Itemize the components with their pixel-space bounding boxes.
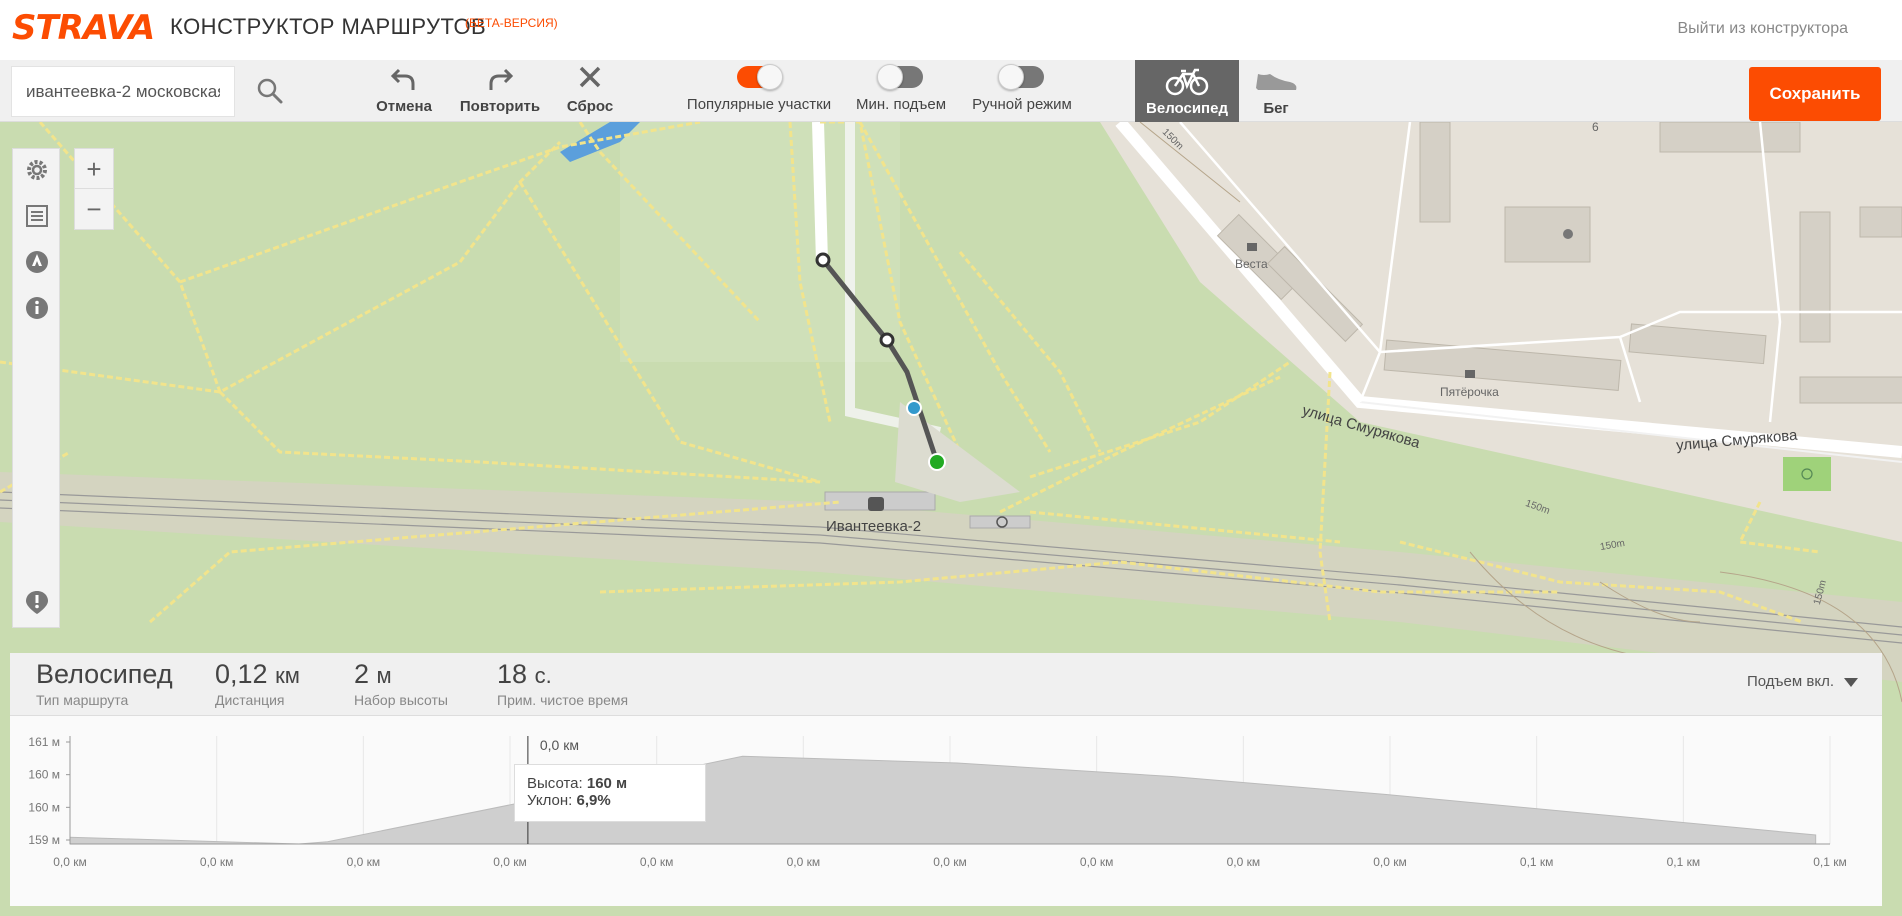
chart-cursor-label: 0,0 км — [540, 737, 579, 753]
time-value: 18 — [497, 659, 528, 689]
elevation-toggle[interactable]: Подъем вкл. — [1747, 673, 1858, 690]
undo-button[interactable]: Отмена — [374, 64, 434, 115]
manual-mode-toggle[interactable] — [998, 64, 1044, 90]
redo-icon — [489, 68, 514, 90]
undo-label: Отмена — [376, 98, 432, 115]
popular-segments-toggle[interactable] — [737, 64, 783, 90]
sport-cycling-label: Велосипед — [1146, 100, 1228, 117]
x-tick-label: 0,0 км — [53, 855, 87, 869]
min-climb-label: Мин. подъем — [855, 96, 947, 113]
x-tick-label: 0,0 км — [933, 855, 967, 869]
station-label: Ивантеевка-2 — [826, 518, 922, 535]
stat-distance: 0,12 км Дистанция — [215, 659, 300, 708]
x-tick-label: 0,0 км — [200, 855, 234, 869]
reset-label: Сброс — [566, 98, 614, 115]
elevation-label: Набор высоты — [354, 692, 448, 708]
beta-badge: (БЕТА-ВЕРСИЯ) — [465, 16, 558, 30]
route-stats-panel: Велосипед Тип маршрута 0,12 км Дистанция… — [10, 653, 1882, 716]
time-label: Прим. чистое время — [497, 692, 629, 708]
top-header: STRAVA КОНСТРУКТОР МАРШРУТОВ (БЕТА-ВЕРСИ… — [0, 0, 1902, 60]
tooltip-height-value: 160 м — [586, 775, 628, 792]
x-tick-label: 0,0 км — [1227, 855, 1261, 869]
redo-label: Повторить — [459, 98, 541, 115]
distance-unit: км — [275, 663, 300, 688]
x-tick-label: 0,1 км — [1813, 855, 1847, 869]
x-tick-label: 0,0 км — [640, 855, 674, 869]
zoom-in-button[interactable]: + — [75, 149, 113, 189]
x-tick-label: 0,0 км — [493, 855, 527, 869]
zoom-controls: + − — [74, 148, 114, 230]
distance-label: Дистанция — [215, 692, 285, 708]
y-tick-label: 160 м — [28, 768, 60, 782]
shoe-icon — [1256, 74, 1297, 90]
exit-builder-link[interactable]: Выйти из конструктора — [1677, 20, 1848, 38]
min-climb-toggle-group: Мин. подъем — [854, 64, 948, 113]
undo-icon — [390, 68, 415, 90]
popular-segments-label: Популярные участки — [686, 96, 832, 113]
route-type-value: Велосипед — [36, 659, 173, 689]
x-tick-label: 0,0 км — [347, 855, 381, 869]
save-button[interactable]: Сохранить — [1749, 67, 1881, 121]
gear-icon[interactable] — [24, 157, 50, 183]
manual-mode-label: Ручной режим — [972, 96, 1072, 113]
manual-mode-toggle-group: Ручной режим — [970, 64, 1074, 113]
tooltip-grade-value: 6,9% — [576, 792, 611, 809]
info-icon[interactable] — [24, 295, 50, 321]
search-input[interactable] — [12, 67, 234, 116]
sport-cycling-button[interactable]: Велосипед — [1135, 60, 1239, 122]
redo-button[interactable]: Повторить — [456, 64, 544, 115]
y-tick-label: 161 м — [28, 735, 60, 749]
x-tick-label: 0,1 км — [1520, 855, 1554, 869]
x-tick-label: 0,1 км — [1667, 855, 1701, 869]
route-builder-app: STRAVA КОНСТРУКТОР МАРШРУТОВ (БЕТА-ВЕРСИ… — [0, 0, 1902, 916]
chevron-down-icon — [1844, 677, 1858, 687]
elevation-chart[interactable]: 0,0 км 0,0 км 0,0 км 0,0 км 0,0 км 0,0 км 0,0 … — [10, 716, 1882, 906]
close-icon — [579, 66, 601, 88]
route-type-label: Тип маршрута — [36, 692, 129, 708]
elevation-tooltip: Высота: 160 м Уклон: 6,9% — [514, 764, 706, 822]
strava-pin-icon[interactable] — [24, 249, 50, 275]
elevation-value: 2 — [354, 659, 370, 689]
building-number-label: 6 — [1592, 122, 1599, 134]
zoom-out-button[interactable]: − — [75, 189, 113, 229]
x-tick-label: 0,0 км — [1373, 855, 1407, 869]
report-icon[interactable] — [24, 589, 50, 615]
map-tools-panel — [12, 148, 60, 628]
sport-running-button[interactable]: Бег — [1234, 60, 1318, 122]
reset-button[interactable]: Сброс — [564, 64, 616, 115]
y-tick-label: 160 м — [28, 800, 60, 814]
stat-moving-time: 18 с. Прим. чистое время — [497, 659, 628, 708]
elevation-toggle-label: Подъем вкл. — [1746, 673, 1834, 690]
tooltip-height-label: Высота: — [527, 775, 583, 792]
y-tick-label: 159 м — [28, 833, 60, 847]
list-icon[interactable] — [24, 203, 50, 229]
sport-running-label: Бег — [1263, 100, 1289, 117]
shop-label-pyaterochka: Пятёрочка — [1440, 385, 1499, 399]
popular-segments-toggle-group: Популярные участки — [686, 64, 832, 113]
distance-value: 0,12 — [215, 659, 268, 689]
shop-label-vesta: Веста — [1235, 257, 1268, 271]
elevation-profile[interactable]: 0,0 км 0,0 км 0,0 км 0,0 км 0,0 км 0,0 км 0,0 … — [10, 716, 1882, 906]
tooltip-grade-label: Уклон: — [527, 792, 573, 809]
x-tick-label: 0,0 км — [787, 855, 821, 869]
stat-elevation-gain: 2 м Набор высоты — [354, 659, 448, 708]
bicycle-icon — [1165, 68, 1209, 96]
toolbar: Отмена Повторить Сброс Популярные участк… — [0, 60, 1902, 122]
strava-logo[interactable]: STRAVA — [12, 8, 155, 48]
search-box — [11, 66, 235, 117]
elevation-unit: м — [376, 663, 392, 688]
elevation-area — [69, 755, 1817, 845]
time-unit: с. — [534, 663, 552, 688]
search-icon[interactable] — [255, 76, 285, 106]
min-climb-toggle[interactable] — [877, 64, 923, 90]
x-tick-label: 0,0 км — [1080, 855, 1114, 869]
app-title: КОНСТРУКТОР МАРШРУТОВ — [170, 14, 487, 39]
stat-route-type: Велосипед Тип маршрута — [36, 659, 173, 708]
